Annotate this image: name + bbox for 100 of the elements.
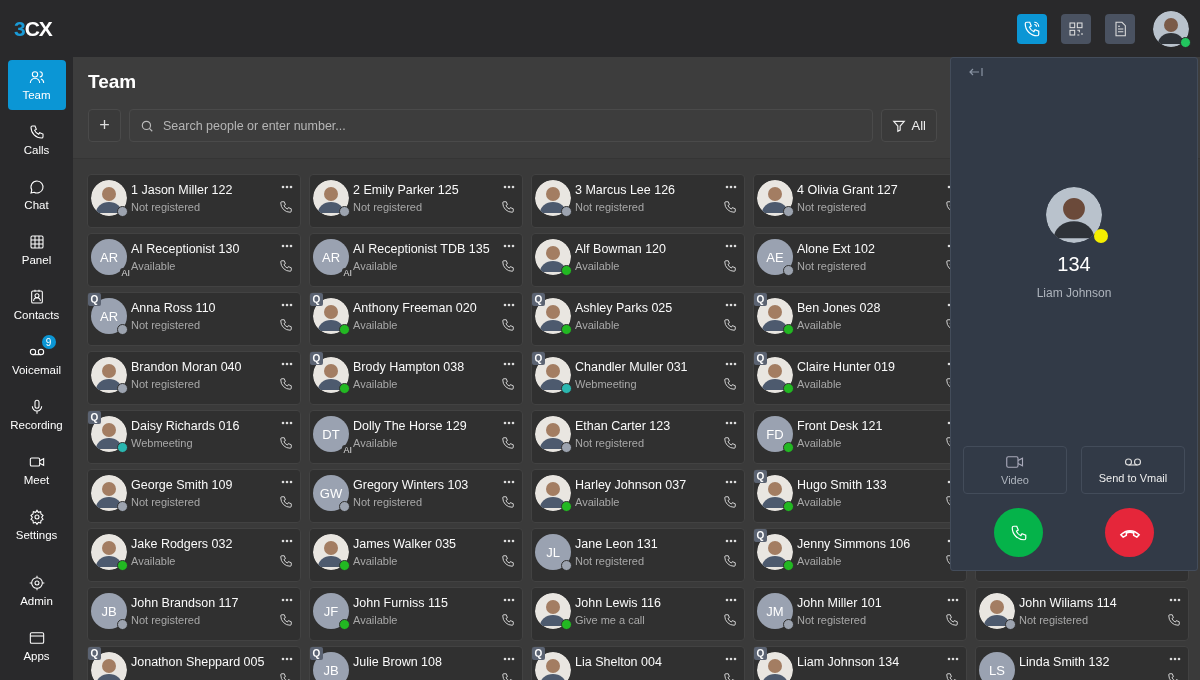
- phone-icon[interactable]: [723, 554, 737, 568]
- more-icon[interactable]: [725, 303, 737, 307]
- more-icon[interactable]: [725, 244, 737, 248]
- more-icon[interactable]: [503, 185, 515, 189]
- more-icon[interactable]: [725, 539, 737, 543]
- more-icon[interactable]: [725, 185, 737, 189]
- filter-button[interactable]: All: [880, 109, 937, 142]
- answer-button[interactable]: [994, 508, 1043, 557]
- user-avatar[interactable]: [1153, 10, 1189, 47]
- sidebar-item[interactable]: Meet: [7, 445, 66, 495]
- more-icon[interactable]: [281, 362, 293, 366]
- contact-card[interactable]: Q Ashley Parks 025 Available: [531, 292, 745, 346]
- contact-card[interactable]: AR AI AI Receptionist 130 Available: [87, 233, 301, 287]
- phone-button[interactable]: [1017, 13, 1047, 44]
- phone-icon[interactable]: [723, 259, 737, 273]
- contact-card[interactable]: 3 Marcus Lee 126 Not registered: [531, 174, 745, 228]
- contact-card[interactable]: JB John Brandson 117 Not registered: [87, 587, 301, 641]
- more-icon[interactable]: [281, 539, 293, 543]
- contact-card[interactable]: Q Brody Hampton 038 Available: [309, 351, 523, 405]
- contact-card[interactable]: Harley Johnson 037 Available: [531, 469, 745, 523]
- more-icon[interactable]: [281, 480, 293, 484]
- phone-icon[interactable]: [279, 200, 293, 214]
- qr-code-button[interactable]: [1061, 13, 1091, 44]
- sidebar-item[interactable]: Panel: [7, 225, 66, 275]
- collapse-icon[interactable]: [969, 67, 983, 77]
- contact-card[interactable]: Jake Rodgers 032 Available: [87, 528, 301, 582]
- contact-card[interactable]: John Lewis 116 Give me a call: [531, 587, 745, 641]
- more-icon[interactable]: [725, 598, 737, 602]
- phone-icon[interactable]: [279, 613, 293, 627]
- phone-icon[interactable]: [501, 436, 515, 450]
- more-icon[interactable]: [281, 657, 293, 661]
- phone-icon[interactable]: [501, 259, 515, 273]
- more-icon[interactable]: [503, 362, 515, 366]
- more-icon[interactable]: [281, 421, 293, 425]
- sidebar-item[interactable]: Settings: [7, 500, 66, 550]
- more-icon[interactable]: [725, 657, 737, 661]
- more-icon[interactable]: [725, 362, 737, 366]
- contact-card[interactable]: James Walker 035 Available: [309, 528, 523, 582]
- contact-card[interactable]: Q JB Julie Brown 108: [309, 646, 523, 680]
- contact-card[interactable]: Q AR Anna Ross 110 Not registered: [87, 292, 301, 346]
- contact-card[interactable]: Alf Bowman 120 Available: [531, 233, 745, 287]
- more-icon[interactable]: [1169, 598, 1181, 602]
- more-icon[interactable]: [1169, 657, 1181, 661]
- phone-icon[interactable]: [723, 613, 737, 627]
- more-icon[interactable]: [947, 657, 959, 661]
- contact-card[interactable]: Q Liam Johnson 134: [753, 646, 967, 680]
- phone-icon[interactable]: [723, 377, 737, 391]
- contact-card[interactable]: JM John Miller 101 Not registered: [753, 587, 967, 641]
- contact-card[interactable]: JL Jane Leon 131 Not registered: [531, 528, 745, 582]
- more-icon[interactable]: [947, 598, 959, 602]
- more-icon[interactable]: [503, 598, 515, 602]
- phone-icon[interactable]: [501, 377, 515, 391]
- contact-card[interactable]: Ethan Carter 123 Not registered: [531, 410, 745, 464]
- phone-icon[interactable]: [501, 318, 515, 332]
- sidebar-item[interactable]: Calls: [7, 115, 66, 165]
- phone-icon[interactable]: [279, 259, 293, 273]
- more-icon[interactable]: [503, 303, 515, 307]
- more-icon[interactable]: [503, 657, 515, 661]
- contact-card[interactable]: Q Jonathon Sheppard 005: [87, 646, 301, 680]
- more-icon[interactable]: [503, 539, 515, 543]
- add-button[interactable]: +: [88, 109, 121, 142]
- contact-card[interactable]: Brandon Moran 040 Not registered: [87, 351, 301, 405]
- sidebar-item[interactable]: 9 Voicemail: [7, 335, 66, 385]
- phone-icon[interactable]: [279, 436, 293, 450]
- contact-card[interactable]: Q Anthony Freeman 020 Available: [309, 292, 523, 346]
- more-icon[interactable]: [281, 244, 293, 248]
- phone-icon[interactable]: [279, 495, 293, 509]
- search-field[interactable]: Search people or enter number...: [129, 109, 873, 142]
- phone-icon[interactable]: [723, 495, 737, 509]
- contact-card[interactable]: George Smith 109 Not registered: [87, 469, 301, 523]
- sidebar-item[interactable]: Recording: [7, 390, 66, 440]
- contact-card[interactable]: John Wiliams 114 Not registered: [975, 587, 1189, 641]
- contact-card[interactable]: 2 Emily Parker 125 Not registered: [309, 174, 523, 228]
- phone-icon[interactable]: [501, 495, 515, 509]
- more-icon[interactable]: [725, 480, 737, 484]
- more-icon[interactable]: [503, 421, 515, 425]
- sidebar-item[interactable]: Apps: [7, 621, 66, 671]
- video-button[interactable]: Video: [963, 446, 1067, 494]
- send-to-voicemail-button[interactable]: Send to Vmail: [1081, 446, 1185, 494]
- sidebar-item[interactable]: Admin: [7, 566, 66, 616]
- phone-icon[interactable]: [723, 318, 737, 332]
- phone-icon[interactable]: [279, 318, 293, 332]
- phone-icon[interactable]: [501, 613, 515, 627]
- document-button[interactable]: [1105, 13, 1135, 44]
- sidebar-item[interactable]: Chat: [7, 170, 66, 220]
- more-icon[interactable]: [281, 303, 293, 307]
- decline-button[interactable]: [1105, 508, 1154, 557]
- contact-card[interactable]: JF John Furniss 115 Available: [309, 587, 523, 641]
- phone-icon[interactable]: [723, 200, 737, 214]
- contact-card[interactable]: LS Linda Smith 132: [975, 646, 1189, 680]
- contact-card[interactable]: AR AI AI Receptionist TDB 135 Available: [309, 233, 523, 287]
- more-icon[interactable]: [281, 598, 293, 602]
- phone-icon[interactable]: [501, 554, 515, 568]
- more-icon[interactable]: [503, 480, 515, 484]
- contact-card[interactable]: 1 Jason Miller 122 Not registered: [87, 174, 301, 228]
- more-icon[interactable]: [281, 185, 293, 189]
- phone-icon[interactable]: [279, 377, 293, 391]
- phone-icon[interactable]: [279, 554, 293, 568]
- more-icon[interactable]: [503, 244, 515, 248]
- phone-icon[interactable]: [501, 200, 515, 214]
